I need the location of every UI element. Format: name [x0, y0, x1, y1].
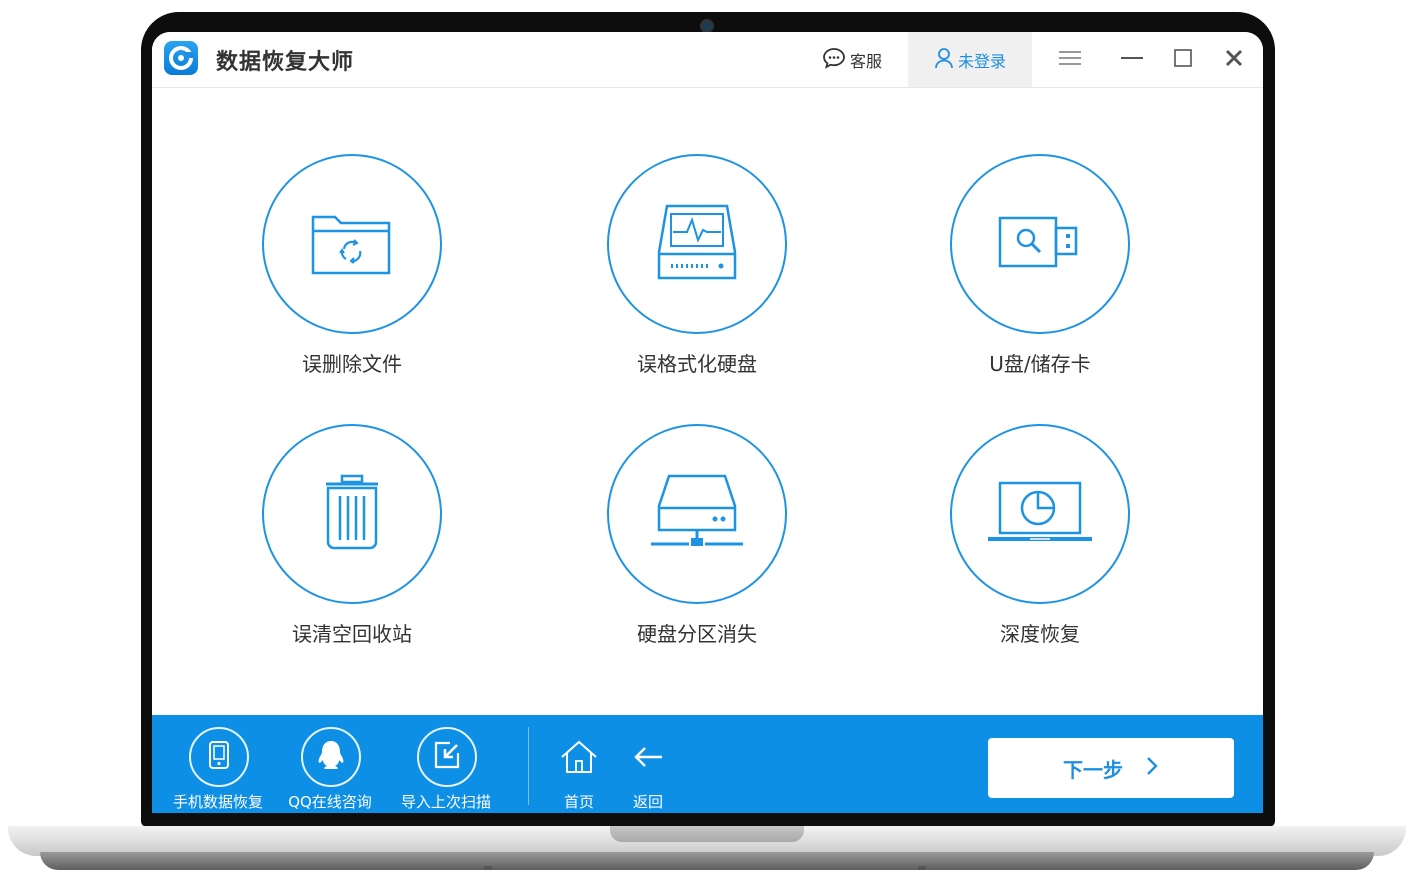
tool-label: 手机数据恢复 — [172, 793, 263, 811]
app-window: 数据恢复大师 客服 未登录 误删除文件 误格式化硬盘 U盘/储存卡 误清空回收站… — [152, 32, 1263, 813]
menu-button[interactable] — [1056, 46, 1084, 74]
mode-icon-circle — [607, 154, 787, 334]
minimize-icon — [1120, 49, 1144, 71]
chevron-right-icon — [1145, 755, 1159, 782]
import-last-scan-button[interactable]: 导入上次扫描 — [396, 725, 496, 811]
app-title: 数据恢复大师 — [216, 50, 355, 75]
back-button[interactable]: 返回 — [618, 737, 678, 811]
toolbar-divider — [528, 727, 529, 805]
user-icon — [934, 47, 954, 73]
tool-icon-ring — [301, 727, 361, 787]
mode-lost-partition[interactable]: 硬盘分区消失 — [577, 424, 817, 664]
mode-label: 误删除文件 — [302, 352, 402, 376]
back-label: 返回 — [632, 793, 663, 811]
arrow-left-icon — [632, 745, 664, 773]
mode-label: 硬盘分区消失 — [637, 622, 757, 646]
laptop-base-shadow — [40, 852, 1374, 870]
tool-label: 导入上次扫描 — [400, 793, 491, 811]
next-step-button[interactable]: 下一步 — [988, 738, 1234, 798]
bottom-toolbar: 手机数据恢复 QQ在线咨询 导入上次扫描 首页 返回 下一步 — [152, 715, 1263, 813]
mode-label: 误清空回收站 — [292, 622, 412, 646]
mode-deleted-files[interactable]: 误删除文件 — [232, 154, 472, 394]
qq-penguin-icon — [316, 739, 346, 775]
tool-label: QQ在线咨询 — [288, 793, 372, 811]
home-button[interactable]: 首页 — [549, 737, 609, 811]
usb-drive-icon — [998, 214, 1082, 274]
mode-icon-circle — [262, 424, 442, 604]
phone-recovery-button[interactable]: 手机数据恢复 — [168, 725, 268, 811]
title-bar: 数据恢复大师 客服 未登录 — [152, 32, 1263, 88]
maximize-icon — [1173, 48, 1193, 72]
tool-icon-ring — [189, 727, 249, 787]
mode-usb-card[interactable]: U盘/储存卡 — [920, 154, 1160, 394]
laptop-foot — [918, 866, 926, 870]
laptop-scan-icon — [986, 479, 1094, 549]
home-icon — [559, 739, 599, 779]
tool-icon-ring — [417, 727, 477, 787]
trash-bin-icon — [322, 474, 382, 554]
next-step-label: 下一步 — [1063, 757, 1123, 782]
qq-consult-button[interactable]: QQ在线咨询 — [280, 725, 380, 811]
network-drive-icon — [649, 472, 745, 556]
mode-deep-recovery[interactable]: 深度恢复 — [920, 424, 1160, 664]
phone-icon — [208, 740, 230, 774]
laptop-notch — [610, 826, 804, 842]
mode-icon-circle — [262, 154, 442, 334]
close-icon — [1224, 48, 1244, 72]
mode-emptied-recycle-bin[interactable]: 误清空回收站 — [232, 424, 472, 664]
app-logo-icon — [164, 41, 198, 75]
chat-icon — [822, 47, 846, 73]
customer-service-label: 客服 — [850, 52, 883, 71]
folder-recycle-icon — [310, 207, 394, 281]
laptop-foot — [484, 866, 492, 870]
webcam-icon — [702, 21, 712, 31]
customer-service-button[interactable]: 客服 — [822, 48, 882, 72]
import-icon — [432, 740, 462, 774]
minimize-button[interactable] — [1118, 46, 1146, 74]
login-label: 未登录 — [957, 51, 1006, 71]
mode-icon-circle — [950, 154, 1130, 334]
close-button[interactable] — [1220, 46, 1248, 74]
mode-label: 误格式化硬盘 — [637, 352, 757, 376]
login-button[interactable]: 未登录 — [908, 32, 1032, 87]
maximize-button[interactable] — [1169, 46, 1197, 74]
mode-icon-circle — [607, 424, 787, 604]
mode-label: U盘/储存卡 — [989, 352, 1091, 376]
hard-disk-pulse-icon — [657, 204, 737, 284]
mode-label: 深度恢复 — [1000, 622, 1080, 646]
home-label: 首页 — [563, 793, 594, 811]
mode-icon-circle — [950, 424, 1130, 604]
mode-formatted-disk[interactable]: 误格式化硬盘 — [577, 154, 817, 394]
hamburger-icon — [1058, 49, 1082, 71]
